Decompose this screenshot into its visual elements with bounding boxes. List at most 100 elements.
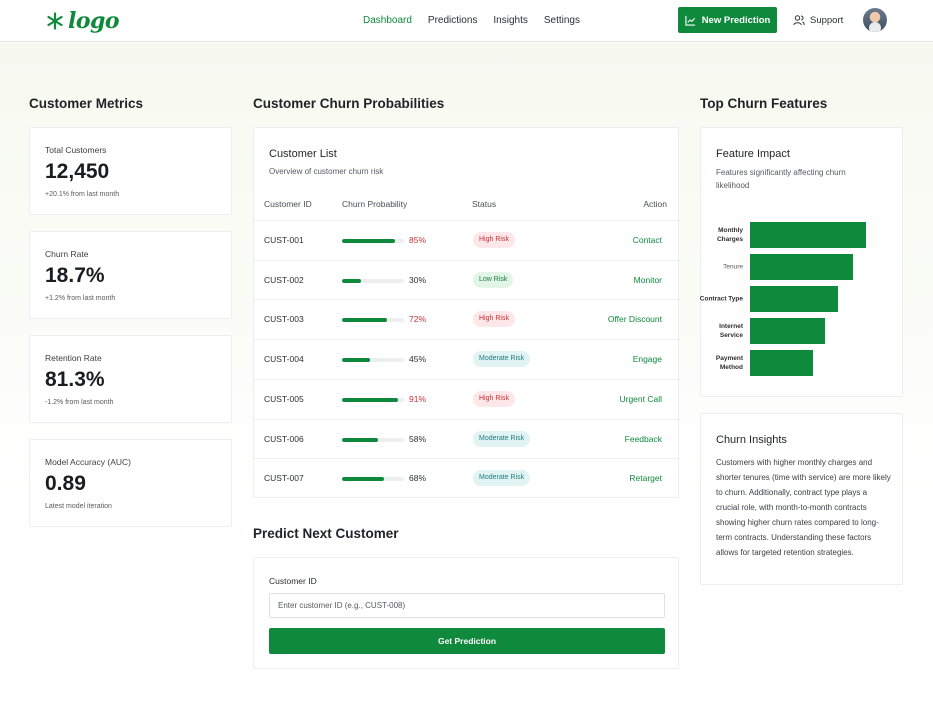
customer-id-label: Customer ID: [269, 576, 317, 586]
churn-probability-fill: [342, 477, 385, 482]
feature-label: Monthly Charges: [716, 227, 743, 243]
churn-probability-bar: [342, 437, 404, 442]
customer-list-subtitle: Overview of customer churn risk: [269, 167, 384, 176]
get-prediction-button[interactable]: Get Prediction: [269, 628, 665, 654]
action-link[interactable]: Engage: [633, 354, 662, 364]
feature-impact-title: Feature Impact: [716, 148, 790, 160]
chart-line-icon: [685, 15, 695, 26]
feature-impact-bar: [750, 286, 839, 312]
churn-insights-card: Churn Insights Customers with higher mon…: [700, 413, 903, 585]
churn-insights-title: Churn Insights: [716, 434, 787, 446]
feature-bar-row: Contract Type: [699, 286, 901, 312]
column-header-churn-probability: Churn Probability: [342, 199, 408, 209]
metric-value: 18.7%: [45, 264, 105, 287]
feature-label: Contract Type: [699, 295, 743, 303]
status-badge: Moderate Risk: [473, 351, 531, 368]
status-badge: High Risk: [473, 311, 515, 328]
feature-impact-card: Feature Impact Features significantly af…: [700, 127, 903, 397]
churn-probability-fill: [342, 437, 378, 442]
churn-section-title: Customer Churn Probabilities: [253, 96, 445, 111]
status-badge: High Risk: [473, 390, 515, 407]
metric-value: 0.89: [45, 472, 86, 495]
logo-text: logo: [68, 8, 120, 34]
churn-probability-fill: [342, 239, 395, 243]
customer-id-cell: CUST-001: [264, 235, 304, 245]
churn-probability-value: 85%: [409, 235, 427, 245]
churn-probability-value: 58%: [409, 433, 427, 444]
customer-id-cell: CUST-006: [264, 433, 304, 444]
top-header: logo Dashboard Predictions Insights Sett…: [0, 0, 933, 42]
action-link[interactable]: Feedback: [625, 434, 662, 444]
avatar[interactable]: [863, 8, 887, 32]
action-link[interactable]: Offer Discount: [608, 314, 662, 324]
customer-id-input[interactable]: Enter customer ID (e.g., CUST-008): [269, 593, 665, 618]
metric-value: 81.3%: [45, 368, 105, 391]
feature-impact-bar: [750, 222, 866, 248]
action-link[interactable]: Contact: [633, 235, 662, 245]
new-prediction-label: New Prediction: [701, 14, 771, 26]
metric-change: Latest model iteration: [45, 503, 112, 510]
table-row: CUST-006 58% Moderate Risk Feedback: [254, 418, 680, 459]
customer-id-cell: CUST-007: [264, 473, 304, 484]
feature-impact-bar: [750, 318, 826, 344]
nav-predictions[interactable]: Predictions: [428, 15, 477, 26]
table-row: CUST-005 91% High Risk Urgent Call: [254, 378, 680, 419]
feature-bar-row: Internet Service: [701, 318, 901, 344]
metric-label: Retention Rate: [45, 353, 102, 363]
customer-list-title: Customer List: [269, 148, 337, 160]
column-header-action: Action: [643, 199, 667, 209]
predict-section-title: Predict Next Customer: [253, 526, 399, 541]
metric-card-total-customers: Total Customers 12,450 +20.1% from last …: [29, 127, 232, 215]
metric-label: Model Accuracy (AUC): [45, 457, 131, 467]
customer-list-card: Customer List Overview of customer churn…: [253, 127, 680, 498]
metric-value: 12,450: [45, 160, 110, 183]
table-row: CUST-004 45% Moderate Risk Engage: [254, 339, 680, 379]
metric-change: -1.2% from last month: [45, 399, 114, 406]
churn-probability-fill: [342, 358, 370, 363]
churn-probability-value: 72%: [409, 314, 427, 325]
leaf-sparkle-icon: [47, 12, 63, 30]
action-link[interactable]: Retarget: [629, 473, 662, 483]
churn-probability-bar: [342, 358, 404, 363]
churn-insights-text: Customers with higher monthly charges an…: [716, 458, 891, 557]
metric-change: +20.1% from last month: [45, 191, 120, 198]
column-header-status: Status: [472, 199, 497, 209]
metric-label: Churn Rate: [45, 249, 89, 259]
action-link[interactable]: Monitor: [634, 275, 662, 285]
churn-probability-bar: [342, 239, 404, 243]
metric-label: Total Customers: [45, 145, 107, 155]
status-badge: Moderate Risk: [473, 470, 531, 487]
metrics-section-title: Customer Metrics: [29, 96, 144, 111]
feature-impact-bar: [750, 350, 813, 376]
customer-id-cell: CUST-003: [264, 314, 304, 325]
feature-impact-bar: [750, 254, 854, 280]
column-header-customer-id: Customer ID: [264, 199, 312, 209]
predict-card: Customer ID Enter customer ID (e.g., CUS…: [253, 557, 679, 669]
users-icon: [793, 15, 805, 26]
logo[interactable]: logo: [46, 8, 120, 34]
churn-probability-fill: [342, 318, 387, 323]
new-prediction-button[interactable]: New Prediction: [678, 7, 777, 33]
feature-bar-row: Monthly Charges: [701, 222, 901, 248]
status-badge: Moderate Risk: [473, 430, 531, 447]
churn-probability-value: 68%: [409, 473, 427, 484]
churn-probability-value: 30%: [409, 274, 427, 285]
customer-id-cell: CUST-002: [264, 274, 304, 285]
support-link[interactable]: Support: [793, 14, 843, 26]
action-link[interactable]: Urgent Call: [619, 394, 662, 404]
feature-impact-subtitle: Features significantly affecting churn l…: [716, 168, 846, 190]
nav-insights[interactable]: Insights: [493, 15, 527, 26]
feature-label: Tenure: [723, 263, 743, 271]
churn-probability-value: 91%: [409, 393, 427, 404]
feature-label: Internet Service: [719, 323, 743, 339]
feature-label: Payment Method: [715, 355, 743, 371]
table-row: CUST-002 30% Low Risk Monitor: [254, 259, 680, 300]
table-row: CUST-003 72% High Risk Offer Discount: [254, 299, 680, 339]
nav-settings[interactable]: Settings: [544, 15, 580, 26]
table-row: CUST-007 68% Moderate Risk Retarget: [254, 458, 680, 498]
table-row: CUST-001 85% High Risk Contact: [254, 220, 680, 260]
churn-probability-value: 45%: [409, 354, 427, 365]
nav-dashboard[interactable]: Dashboard: [363, 15, 412, 26]
churn-probability-bar: [342, 477, 404, 482]
metric-card-model-accuracy: Model Accuracy (AUC) 0.89 Latest model i…: [29, 439, 232, 527]
